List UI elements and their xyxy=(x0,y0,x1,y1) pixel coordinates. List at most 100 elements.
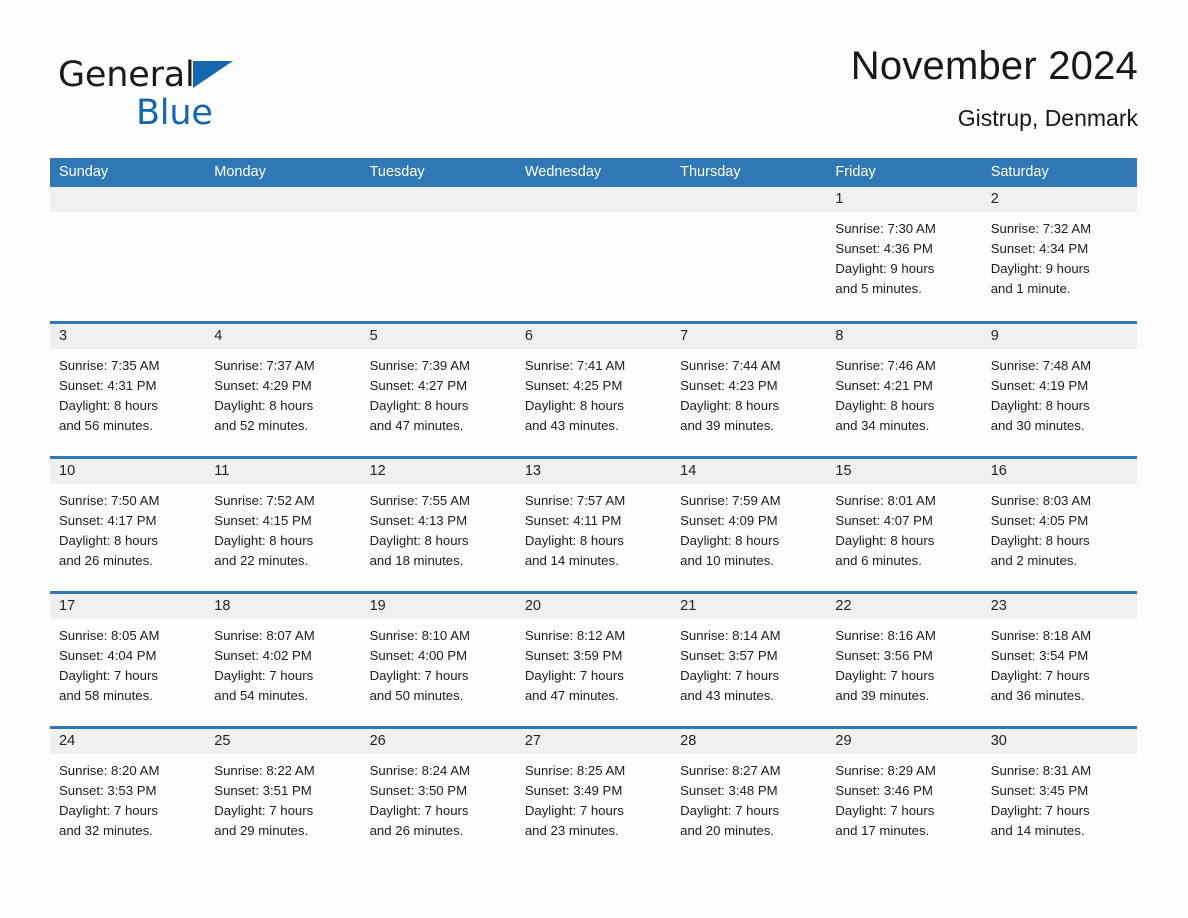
day-sun-info: Sunrise: 8:14 AM Sunset: 3:57 PM Daylight:… xyxy=(671,619,826,706)
sunset-text: Sunset: 4:23 PM xyxy=(680,378,778,393)
calendar-day-cell[interactable]: 4 Sunrise: 7:37 AM Sunset: 4:29 PM Daylight… xyxy=(205,324,361,456)
weekday-header-sunday: Sunday xyxy=(59,164,109,180)
daylight-text-line1: Daylight: 7 hours xyxy=(59,668,158,683)
calendar-day-cell[interactable]: 12 Sunrise: 7:55 AM Sunset: 4:13 PM Dayligh… xyxy=(360,459,516,591)
calendar-day-cell[interactable]: 17 Sunrise: 8:05 AM Sunset: 4:04 PM Dayligh… xyxy=(50,594,206,726)
day-number: 4 xyxy=(205,324,361,349)
weekday-header-saturday: Saturday xyxy=(990,164,1049,180)
calendar-day-cell[interactable]: 8 Sunrise: 7:46 AM Sunset: 4:21 PM Daylight… xyxy=(826,324,982,456)
calendar-day-cell[interactable]: 27 Sunrise: 8:25 AM Sunset: 3:49 PM Dayligh… xyxy=(515,729,672,861)
calendar-day-cell[interactable]: 5 Sunrise: 7:39 AM Sunset: 4:27 PM Daylight… xyxy=(360,324,516,456)
calendar-day-cell[interactable]: 11 Sunrise: 7:52 AM Sunset: 4:15 PM Dayligh… xyxy=(205,459,361,591)
sunset-text: Sunset: 4:04 PM xyxy=(59,648,157,663)
calendar-day-cell[interactable]: 23 Sunrise: 8:18 AM Sunset: 3:54 PM Dayligh… xyxy=(981,594,1137,726)
day-number: 17 xyxy=(50,594,206,619)
calendar-day-cell[interactable]: 30 Sunrise: 8:31 AM Sunset: 3:45 PM Dayligh… xyxy=(981,729,1137,861)
calendar-day-cell[interactable]: 7 Sunrise: 7:44 AM Sunset: 4:23 PM Daylight… xyxy=(671,324,827,456)
calendar-day-cell[interactable]: 29 Sunrise: 8:29 AM Sunset: 3:46 PM Dayligh… xyxy=(826,729,982,861)
daylight-text-line2: and 5 minutes. xyxy=(835,281,922,296)
daylight-text-line2: and 29 minutes. xyxy=(214,823,309,838)
calendar-day-cell[interactable]: 13 Sunrise: 7:57 AM Sunset: 4:11 PM Dayligh… xyxy=(515,459,672,591)
day-number: 25 xyxy=(205,729,361,754)
sunrise-text: Sunrise: 7:48 AM xyxy=(990,358,1092,373)
daylight-text-line2: and 18 minutes. xyxy=(369,553,464,568)
day-number: 24 xyxy=(50,729,206,754)
day-sun-info: Sunrise: 8:20 AM Sunset: 3:53 PM Daylight:… xyxy=(50,754,205,841)
day-number: 19 xyxy=(360,594,516,619)
daylight-text-line1: Daylight: 8 hours xyxy=(369,398,469,413)
day-sun-info: Sunrise: 8:12 AM Sunset: 3:59 PM Daylight:… xyxy=(516,619,671,706)
sunset-text: Sunset: 3:59 PM xyxy=(524,648,623,663)
daylight-text-line2: and 39 minutes. xyxy=(680,418,774,433)
daylight-text-line1: Daylight: 8 hours xyxy=(680,533,780,548)
calendar-day-cell[interactable]: 3 Sunrise: 7:35 AM Sunset: 4:31 PM Daylight… xyxy=(50,324,206,456)
sunrise-text: Sunrise: 8:25 AM xyxy=(524,763,626,778)
day-number: 27 xyxy=(515,729,672,754)
calendar-week-row: 1 Sunrise: 7:30 AM Sunset: 4:36 PM Daylight… xyxy=(50,187,1137,321)
day-sun-info: Sunrise: 8:31 AM Sunset: 3:45 PM Daylight:… xyxy=(982,754,1137,841)
calendar-day-cell[interactable]: 9 Sunrise: 7:48 AM Sunset: 4:19 PM Daylight… xyxy=(981,324,1137,456)
sunrise-text: Sunrise: 8:14 AM xyxy=(680,628,781,643)
title-block: November 2024 Gistrup, Denmark xyxy=(851,40,1138,135)
calendar-day-cell[interactable]: 25 Sunrise: 8:22 AM Sunset: 3:51 PM Dayligh… xyxy=(205,729,361,861)
calendar-day-cell[interactable]: 16 Sunrise: 8:03 AM Sunset: 4:05 PM Dayligh… xyxy=(981,459,1137,591)
calendar-day-cell[interactable]: 18 Sunrise: 8:07 AM Sunset: 4:02 PM Dayligh… xyxy=(205,594,361,726)
daylight-text-line2: and 54 minutes. xyxy=(214,688,309,703)
daylight-text-line1: Daylight: 7 hours xyxy=(369,668,469,683)
calendar-day-cell[interactable]: 28 Sunrise: 8:27 AM Sunset: 3:48 PM Dayligh… xyxy=(671,729,827,861)
sunset-text: Sunset: 4:19 PM xyxy=(990,378,1089,393)
daylight-text-line2: and 36 minutes. xyxy=(990,688,1085,703)
sunset-text: Sunset: 3:51 PM xyxy=(214,783,312,798)
calendar-day-cell[interactable]: 26 Sunrise: 8:24 AM Sunset: 3:50 PM Dayligh… xyxy=(360,729,516,861)
calendar-week-row: 3 Sunrise: 7:35 AM Sunset: 4:31 PM Daylight… xyxy=(50,321,1137,456)
calendar-day-cell[interactable]: 22 Sunrise: 8:16 AM Sunset: 3:56 PM Dayligh… xyxy=(826,594,982,726)
day-sun-info: Sunrise: 7:37 AM Sunset: 4:29 PM Daylight:… xyxy=(205,349,360,436)
calendar-day-cell[interactable]: 19 Sunrise: 8:10 AM Sunset: 4:00 PM Dayligh… xyxy=(360,594,516,726)
sunset-text: Sunset: 4:11 PM xyxy=(524,513,622,528)
calendar-day-cell[interactable]: 1 Sunrise: 7:30 AM Sunset: 4:36 PM Daylight… xyxy=(826,187,982,321)
sunset-text: Sunset: 4:07 PM xyxy=(835,513,933,528)
day-number: 10 xyxy=(50,459,206,484)
generalblue-logo[interactable]: General Blue xyxy=(58,54,318,140)
calendar-day-cell[interactable]: 14 Sunrise: 7:59 AM Sunset: 4:09 PM Dayligh… xyxy=(671,459,827,591)
daylight-text-line1: Daylight: 8 hours xyxy=(680,398,780,413)
sunrise-text: Sunrise: 7:39 AM xyxy=(369,358,470,373)
daylight-text-line1: Daylight: 7 hours xyxy=(680,668,780,683)
calendar-day-cell[interactable]: 15 Sunrise: 8:01 AM Sunset: 4:07 PM Dayligh… xyxy=(826,459,982,591)
daylight-text-line1: Daylight: 8 hours xyxy=(835,533,935,548)
daylight-text-line1: Daylight: 8 hours xyxy=(990,533,1090,548)
calendar-day-cell[interactable]: 20 Sunrise: 8:12 AM Sunset: 3:59 PM Dayligh… xyxy=(515,594,672,726)
day-number: 21 xyxy=(671,594,827,619)
day-number: 8 xyxy=(826,324,982,349)
day-number: 26 xyxy=(360,729,516,754)
day-number: 14 xyxy=(671,459,827,484)
triangle-logo-icon xyxy=(192,61,233,88)
calendar-day-cell[interactable]: 24 Sunrise: 8:20 AM Sunset: 3:53 PM Dayligh… xyxy=(50,729,206,861)
daylight-text-line1: Daylight: 8 hours xyxy=(835,398,935,413)
calendar-day-cell[interactable]: 6 Sunrise: 7:41 AM Sunset: 4:25 PM Daylight… xyxy=(515,324,672,456)
sunset-text: Sunset: 4:09 PM xyxy=(680,513,778,528)
calendar-day-cell[interactable]: 2 Sunrise: 7:32 AM Sunset: 4:34 PM Daylight… xyxy=(981,187,1137,321)
daylight-text-line2: and 47 minutes. xyxy=(524,688,619,703)
day-number xyxy=(50,187,206,212)
day-number: 18 xyxy=(205,594,361,619)
day-number: 23 xyxy=(981,594,1137,619)
sunrise-text: Sunrise: 8:03 AM xyxy=(990,493,1092,508)
daylight-text-line2: and 2 minutes. xyxy=(990,553,1078,568)
day-sun-info: Sunrise: 7:32 AM Sunset: 4:34 PM Daylight:… xyxy=(982,212,1137,299)
sunset-text: Sunset: 3:50 PM xyxy=(369,783,468,798)
sunset-text: Sunset: 4:05 PM xyxy=(990,513,1089,528)
sunrise-text: Sunrise: 7:59 AM xyxy=(680,493,781,508)
daylight-text-line2: and 39 minutes. xyxy=(835,688,930,703)
sunset-text: Sunset: 3:56 PM xyxy=(835,648,933,663)
day-number: 11 xyxy=(205,459,361,484)
day-number: 30 xyxy=(981,729,1137,754)
calendar-day-cell[interactable]: 10 Sunrise: 7:50 AM Sunset: 4:17 PM Dayligh… xyxy=(50,459,206,591)
daylight-text-line2: and 26 minutes. xyxy=(59,553,153,568)
weekday-header-wednesday: Wednesday xyxy=(524,164,602,180)
day-number: 16 xyxy=(981,459,1137,484)
calendar-day-cell[interactable]: 21 Sunrise: 8:14 AM Sunset: 3:57 PM Dayligh… xyxy=(671,594,827,726)
daylight-text-line1: Daylight: 7 hours xyxy=(835,668,935,683)
calendar-day-cell-empty xyxy=(515,187,672,321)
calendar-day-cell-empty xyxy=(205,187,361,321)
